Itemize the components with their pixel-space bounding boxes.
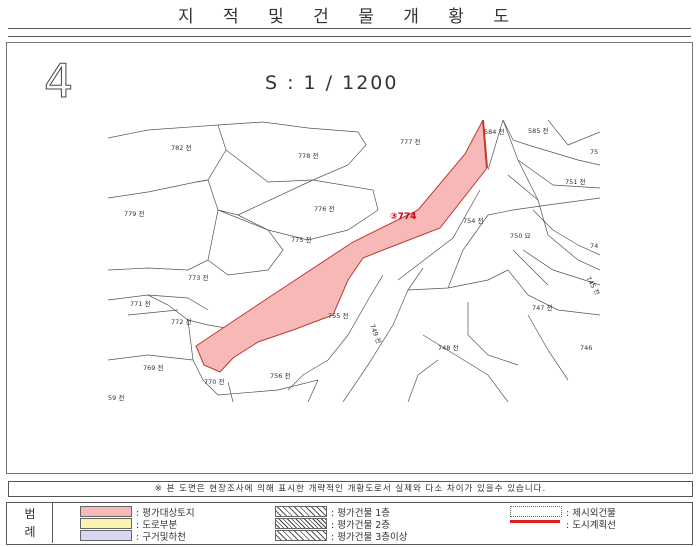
legend-swatch-waterway bbox=[80, 530, 132, 541]
legend-swatch-building-3f bbox=[275, 530, 327, 541]
parcel-label-751: 751 전 bbox=[565, 177, 585, 186]
subject-parcel bbox=[195, 120, 488, 373]
parcel-label-754: 754 전 bbox=[463, 216, 483, 225]
parcel-label-771: 771 전 bbox=[130, 299, 150, 308]
legend-label-waterway: : 구거및하천 bbox=[136, 532, 186, 543]
parcel-label-748: 748 전 bbox=[438, 343, 458, 352]
sheet-number: 4 bbox=[44, 55, 73, 105]
legend-divider bbox=[52, 502, 53, 543]
sheet-number-mark: 4 bbox=[44, 55, 74, 105]
parcel-label-74: 74 bbox=[590, 242, 598, 250]
legend-heading: 범 례 bbox=[8, 502, 52, 543]
parcel-label-59: 59 전 bbox=[108, 393, 124, 402]
parcel-label-778: 778 전 bbox=[298, 151, 318, 160]
map-scale: S : 1 / 1200 bbox=[265, 72, 399, 94]
parcel-label-745: 745 전 bbox=[584, 275, 600, 297]
title-rule bbox=[8, 28, 691, 29]
legend-swatch-building-2f bbox=[275, 518, 327, 529]
parcel-label-585: 585 전 bbox=[528, 126, 548, 135]
cadastral-map: 584 전 585 전 777 전 782 전 778 전 751 전 779 … bbox=[108, 120, 600, 402]
survey-note: ※ 본 도면은 현장조사에 의해 표시한 개략적인 개황도로서 실제와 다소 차… bbox=[8, 481, 693, 497]
parcel-label-770: 770 전 bbox=[204, 377, 224, 386]
title-rule-2 bbox=[8, 36, 691, 37]
legend-label-building-3f: : 평가건물 3층이상 bbox=[331, 532, 408, 543]
subject-parcel-label: ③774 bbox=[390, 212, 416, 222]
legend-heading-1: 범 bbox=[24, 506, 36, 521]
parcel-label-584: 584 전 bbox=[484, 127, 504, 136]
parcel-label-749: 749 전 bbox=[368, 323, 383, 345]
legend-swatch-unlisted-building bbox=[510, 506, 562, 517]
parcel-label-779: 779 전 bbox=[124, 209, 144, 218]
legend-swatch-building-1f bbox=[275, 506, 327, 517]
parcel-label-747: 747 전 bbox=[532, 303, 552, 312]
parcel-label-772: 772 전 bbox=[171, 317, 191, 326]
legend-label-city-planning-line: : 도시계획선 bbox=[566, 520, 616, 531]
parcel-label-776: 776 전 bbox=[314, 204, 334, 213]
parcel-label-769: 769 전 bbox=[143, 363, 163, 372]
parcel-label-775: 775 전 bbox=[291, 235, 311, 244]
parcel-label-782: 782 전 bbox=[171, 143, 191, 152]
parcel-label-756: 756 전 bbox=[270, 371, 290, 380]
legend-swatch-city-planning-line bbox=[510, 520, 560, 523]
legend-heading-2: 례 bbox=[24, 524, 36, 539]
parcel-label-75: 75 bbox=[590, 148, 598, 156]
parcel-label-773: 773 전 bbox=[188, 273, 208, 282]
parcel-label-746: 746 bbox=[580, 344, 592, 352]
parcel-label-750: 750 묘 bbox=[510, 232, 530, 240]
page-title: 지 적 및 건 물 개 황 도 bbox=[178, 7, 521, 27]
parcel-label-755: 755 전 bbox=[328, 311, 348, 320]
legend-swatch-road bbox=[80, 518, 132, 529]
parcel-label-777: 777 전 bbox=[400, 137, 420, 146]
legend-swatch-subject-land bbox=[80, 506, 132, 517]
